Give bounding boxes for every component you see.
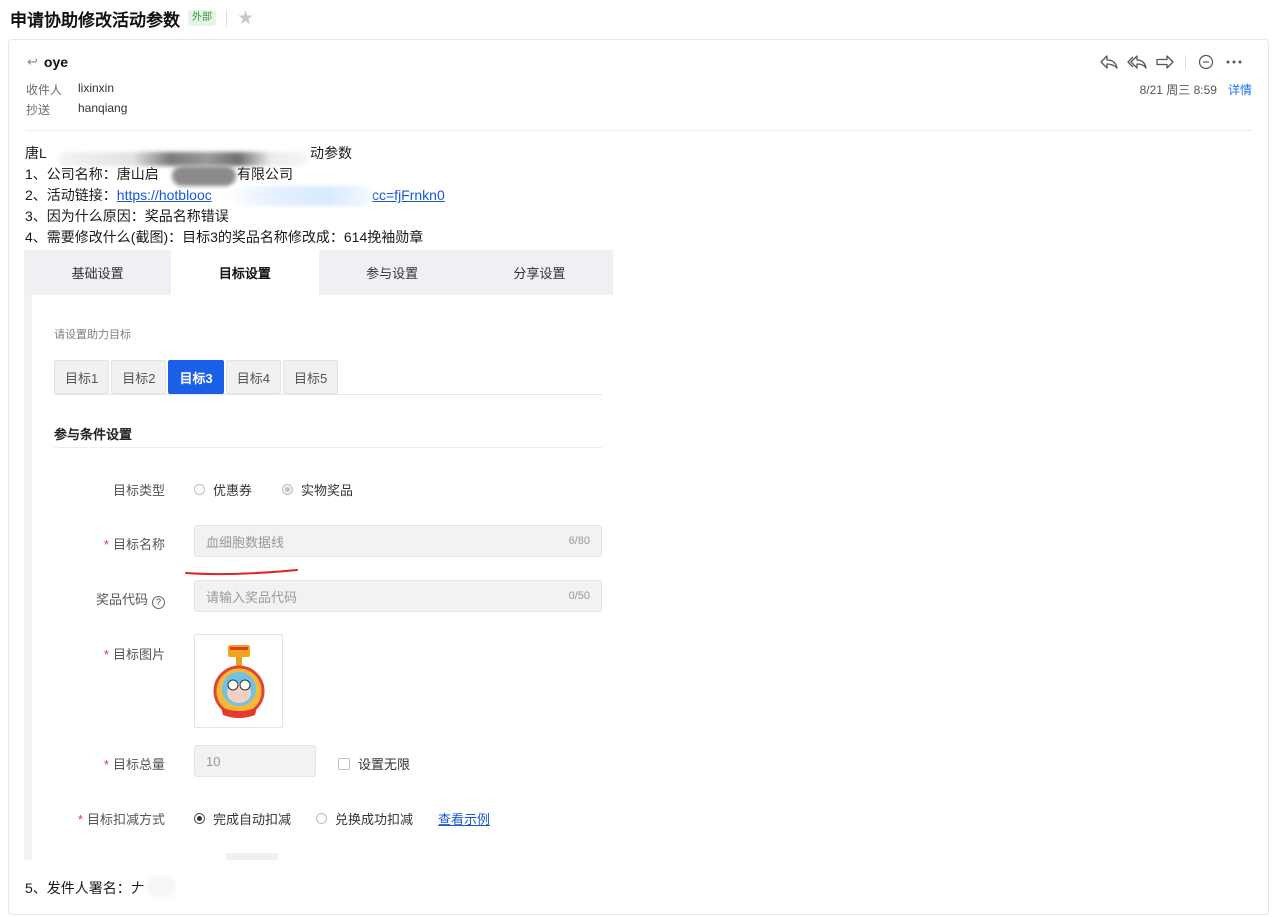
goal-total-label: * 目标总量	[103, 757, 165, 772]
auto-deduct-radio[interactable]	[194, 813, 205, 824]
tab-participation-settings[interactable]: 参与设置	[319, 250, 466, 295]
actions-divider	[1185, 55, 1186, 69]
external-badge: 外部	[188, 10, 216, 26]
goal-name-input[interactable]: 血细胞数据线 6/80	[194, 525, 602, 557]
goal-name-count: 6/80	[568, 535, 590, 547]
goal-tab-1[interactable]: 目标1	[54, 360, 110, 394]
goal-name-label: * 目标名称	[103, 537, 165, 552]
red-underline-annotation	[185, 569, 298, 575]
mail-date: 8/21 周三 8:59	[1139, 83, 1217, 97]
cut-off-element	[226, 853, 278, 860]
sender-row: ↩ oye	[27, 54, 68, 70]
goal-tabs: 目标1 目标2 目标3 目标4 目标5	[54, 360, 339, 394]
reply-all-icon[interactable]	[1123, 52, 1151, 72]
goal-total-input[interactable]: 10	[194, 745, 316, 777]
prize-code-label: 奖品代码?	[45, 589, 165, 609]
view-example-link[interactable]: 查看示例	[438, 809, 490, 828]
divider	[54, 447, 602, 448]
goal-tab-3[interactable]: 目标3	[168, 360, 224, 394]
physical-prize-label: 实物奖品	[301, 483, 354, 498]
physical-prize-radio[interactable]	[282, 484, 294, 495]
deduct-method-label: * 目标扣减方式	[77, 812, 165, 827]
redaction-blur	[146, 876, 176, 898]
sender-name[interactable]: oye	[44, 54, 68, 70]
side-strip	[24, 295, 32, 860]
embedded-screenshot: 基础设置 目标设置 参与设置 分享设置 请设置助力目标 目标1 目标2 目标3 …	[24, 250, 613, 860]
reply-icon[interactable]	[1095, 52, 1123, 72]
body-line-1: 1、公司名称：唐山启 有限公司	[25, 164, 625, 185]
tab-basic-settings[interactable]: 基础设置	[24, 250, 171, 295]
comment-icon[interactable]	[1192, 52, 1220, 72]
medal-image	[213, 645, 265, 718]
help-icon: ?	[152, 595, 165, 609]
goal-type-radios: 优惠券 实物奖品	[194, 480, 353, 499]
body-line-4: 4、需要修改什么(截图)：目标3的奖品名称修改成：614挽袖勋章	[25, 229, 424, 245]
prize-code-placeholder: 请输入奖品代码	[206, 589, 298, 605]
unlimited-label: 设置无限	[358, 757, 411, 772]
goal-name-value: 血细胞数据线	[206, 534, 285, 550]
link-label: 2、活动链接：	[25, 187, 117, 203]
details-link[interactable]: 详情	[1228, 81, 1252, 98]
unlimited-option: 设置无限	[338, 754, 410, 773]
body-line-0-end: 动参数	[310, 145, 352, 161]
tab-goal-settings[interactable]: 目标设置	[171, 250, 319, 295]
deduct-method-radios: 完成自动扣减 兑换成功扣减 查看示例	[194, 809, 490, 828]
subject-bar: 申请协助修改活动参数 外部 ★	[10, 6, 254, 30]
coupon-radio[interactable]	[194, 484, 205, 495]
auto-deduct-label: 完成自动扣减	[213, 812, 292, 827]
header-divider	[26, 130, 1252, 131]
cc-label: 抄送	[26, 103, 51, 117]
redaction-blur	[226, 186, 372, 206]
cc-row: 抄送 hanqiang	[26, 101, 127, 118]
divider	[226, 10, 227, 26]
redeem-deduct-label: 兑换成功扣减	[335, 812, 414, 827]
goal-image-label: * 目标图片	[103, 647, 165, 662]
cc-value[interactable]: hanqiang	[78, 101, 127, 118]
divider	[54, 394, 602, 395]
more-icon[interactable]	[1220, 52, 1248, 72]
goal-tab-5[interactable]: 目标5	[282, 360, 339, 394]
goal-total-value: 10	[206, 753, 221, 769]
replied-icon: ↩	[27, 54, 38, 69]
settings-tabs: 基础设置 目标设置 参与设置 分享设置	[24, 250, 613, 295]
redaction-blur	[58, 152, 308, 166]
redeem-deduct-radio[interactable]	[316, 813, 328, 824]
goal-tab-2[interactable]: 目标2	[111, 360, 167, 394]
prize-code-count: 0/50	[568, 590, 590, 602]
section-title: 参与条件设置	[54, 427, 133, 442]
star-icon[interactable]: ★	[237, 9, 254, 28]
goal-image-upload[interactable]	[194, 634, 283, 728]
mail-subject: 申请协助修改活动参数	[10, 10, 180, 30]
date-row: 8/21 周三 8:59 详情	[1140, 81, 1252, 98]
activity-link-end[interactable]: cc=fjFrnkn0	[372, 185, 445, 206]
coupon-label: 优惠券	[213, 483, 253, 498]
to-row: 收件人 lixinxin	[26, 81, 114, 98]
redaction-blur	[172, 166, 236, 186]
activity-link-start[interactable]: https://hotblooc	[117, 187, 212, 203]
prize-code-input[interactable]: 请输入奖品代码 0/50	[194, 580, 602, 612]
body-line-3: 3、因为什么原因：奖品名称错误	[25, 208, 229, 224]
to-label: 收件人	[26, 83, 63, 97]
unlimited-checkbox[interactable]	[338, 757, 350, 770]
forward-icon[interactable]	[1151, 52, 1179, 72]
mail-actions	[1095, 52, 1248, 72]
company-name-start: 1、公司名称：唐山启	[25, 166, 159, 182]
goal-type-label: 目标类型	[112, 483, 165, 498]
body-line-0-start: 唐L	[25, 145, 47, 161]
to-value[interactable]: lixinxin	[78, 81, 114, 98]
goal-hint: 请设置助力目标	[54, 329, 131, 341]
goal-tab-4[interactable]: 目标4	[225, 360, 281, 394]
company-name-end: 有限公司	[237, 166, 293, 182]
tab-share-settings[interactable]: 分享设置	[466, 250, 613, 295]
sender-signature: 5、发件人署名：𠂇	[25, 880, 145, 896]
